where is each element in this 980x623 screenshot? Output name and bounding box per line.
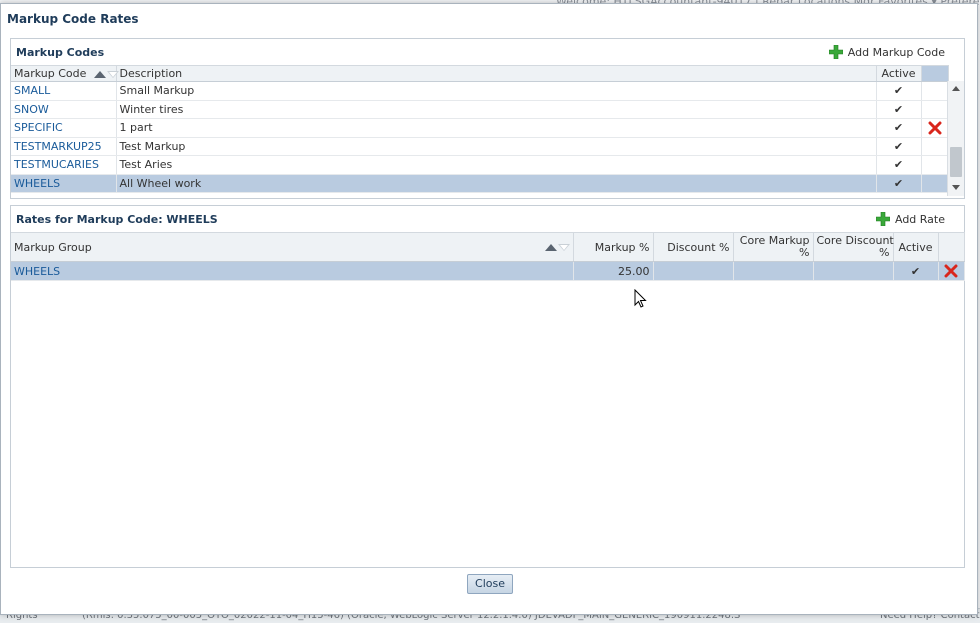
dialog-title: Markup Code Rates — [7, 12, 139, 26]
markup-codes-panel: Markup Codes Add Markup Code Markup Code… — [10, 38, 965, 199]
delete-cell[interactable] — [921, 118, 949, 138]
markup-code-rates-dialog: Markup Code Rates Markup Codes Add Marku… — [0, 3, 978, 615]
discount-percent-cell — [653, 261, 734, 281]
delete-icon[interactable] — [944, 264, 958, 278]
checkmark-icon: ✔ — [893, 176, 904, 190]
checkmark-icon: ✔ — [910, 264, 921, 278]
column-header-active[interactable]: Active — [876, 65, 922, 82]
markup-code-link[interactable]: SNOW — [11, 100, 117, 119]
rates-table: Markup Group Markup % Discount % Core Ma… — [11, 232, 965, 281]
column-header-core-markup[interactable]: Core Markup % — [733, 232, 814, 262]
active-cell: ✔ — [876, 100, 922, 119]
checkmark-icon: ✔ — [893, 158, 904, 172]
markup-group-link[interactable]: WHEELS — [11, 261, 574, 281]
markup-code-description: All Wheel work — [116, 174, 877, 193]
column-header-markup-code[interactable]: Markup Code — [11, 65, 119, 82]
column-header-markup-percent[interactable]: Markup % — [573, 232, 654, 262]
core-discount-cell — [813, 261, 894, 281]
markup-codes-scrollbar[interactable] — [947, 81, 964, 196]
column-header-core-discount[interactable]: Core Discount % — [813, 232, 894, 262]
markup-percent-cell: 25.00 — [573, 261, 654, 281]
add-markup-code-button[interactable]: Add Markup Code — [828, 45, 945, 59]
add-icon — [875, 212, 890, 226]
checkmark-icon: ✔ — [893, 121, 904, 135]
column-header-actions — [921, 65, 949, 82]
delete-cell[interactable] — [938, 261, 965, 281]
scroll-up-arrow-icon[interactable] — [952, 86, 960, 91]
scroll-down-arrow-icon[interactable] — [952, 185, 960, 190]
markup-codes-title: Markup Codes — [16, 46, 105, 59]
active-cell: ✔ — [876, 118, 922, 138]
checkmark-icon: ✔ — [893, 139, 904, 153]
column-header-markup-group[interactable]: Markup Group — [11, 232, 574, 262]
active-cell: ✔ — [876, 137, 922, 156]
markup-codes-table: Markup Code Description Active SMALL Smal… — [11, 65, 949, 193]
markup-code-row[interactable]: TESTMARKUP25 Test Markup ✔ — [11, 137, 949, 156]
markup-code-link[interactable]: WHEELS — [11, 174, 117, 193]
markup-code-description: 1 part — [116, 118, 877, 138]
markup-codes-body: SMALL Small Markup ✔ SNOW Winter tires ✔ SPECI… — [11, 81, 949, 193]
column-header-description[interactable]: Description — [116, 65, 877, 82]
delete-cell — [921, 137, 949, 156]
markup-codes-header-row: Markup Code Description Active — [11, 65, 949, 82]
markup-code-row[interactable]: WHEELS All Wheel work ✔ — [11, 174, 949, 193]
rates-header-row: Markup Group Markup % Discount % Core Ma… — [11, 232, 965, 262]
add-rate-label: Add Rate — [894, 212, 945, 226]
markup-code-description: Winter tires — [116, 100, 877, 119]
mouse-cursor-icon — [634, 289, 647, 308]
markup-code-description: Small Markup — [116, 81, 877, 101]
sort-icon[interactable] — [93, 67, 119, 80]
markup-code-row[interactable]: SNOW Winter tires ✔ — [11, 100, 949, 119]
checkmark-icon: ✔ — [893, 84, 904, 98]
markup-code-link[interactable]: SMALL — [11, 81, 117, 101]
column-header-discount-percent[interactable]: Discount % — [653, 232, 734, 262]
column-header-actions — [938, 232, 965, 262]
rates-title: Rates for Markup Code: WHEELS — [16, 213, 218, 226]
sort-icon[interactable] — [544, 241, 570, 254]
markup-code-row[interactable]: SMALL Small Markup ✔ — [11, 81, 949, 101]
rates-body: WHEELS 25.00 ✔ — [11, 261, 965, 281]
markup-code-link[interactable]: TESTMUCARIES — [11, 155, 117, 175]
markup-codes-header: Markup Codes Add Markup Code — [11, 39, 964, 65]
close-button[interactable]: Close — [467, 574, 513, 594]
markup-code-row[interactable]: TESTMUCARIES Test Aries ✔ — [11, 155, 949, 175]
rate-row[interactable]: WHEELS 25.00 ✔ — [11, 261, 965, 281]
markup-code-link[interactable]: TESTMARKUP25 — [11, 137, 117, 156]
add-markup-code-label: Add Markup Code — [847, 45, 945, 59]
add-rate-button[interactable]: Add Rate — [875, 212, 945, 226]
active-cell: ✔ — [876, 155, 922, 175]
markup-code-description: Test Aries — [116, 155, 877, 175]
markup-code-description: Test Markup — [116, 137, 877, 156]
rates-panel: Rates for Markup Code: WHEELS Add Rate M… — [10, 205, 965, 568]
scroll-thumb[interactable] — [950, 147, 962, 177]
delete-cell — [921, 100, 949, 119]
checkmark-icon: ✔ — [893, 102, 904, 116]
rates-header: Rates for Markup Code: WHEELS Add Rate — [11, 206, 964, 232]
delete-icon[interactable] — [928, 121, 942, 135]
markup-code-link[interactable]: SPECIFIC — [11, 118, 117, 138]
active-cell: ✔ — [876, 174, 922, 193]
active-cell: ✔ — [876, 81, 922, 101]
markup-code-row[interactable]: SPECIFIC 1 part ✔ — [11, 118, 949, 138]
delete-cell — [921, 155, 949, 175]
column-header-active[interactable]: Active — [893, 232, 939, 262]
add-icon — [828, 45, 843, 59]
active-cell: ✔ — [893, 261, 939, 281]
core-markup-cell — [733, 261, 814, 281]
delete-cell — [921, 81, 949, 101]
delete-cell — [921, 174, 949, 193]
